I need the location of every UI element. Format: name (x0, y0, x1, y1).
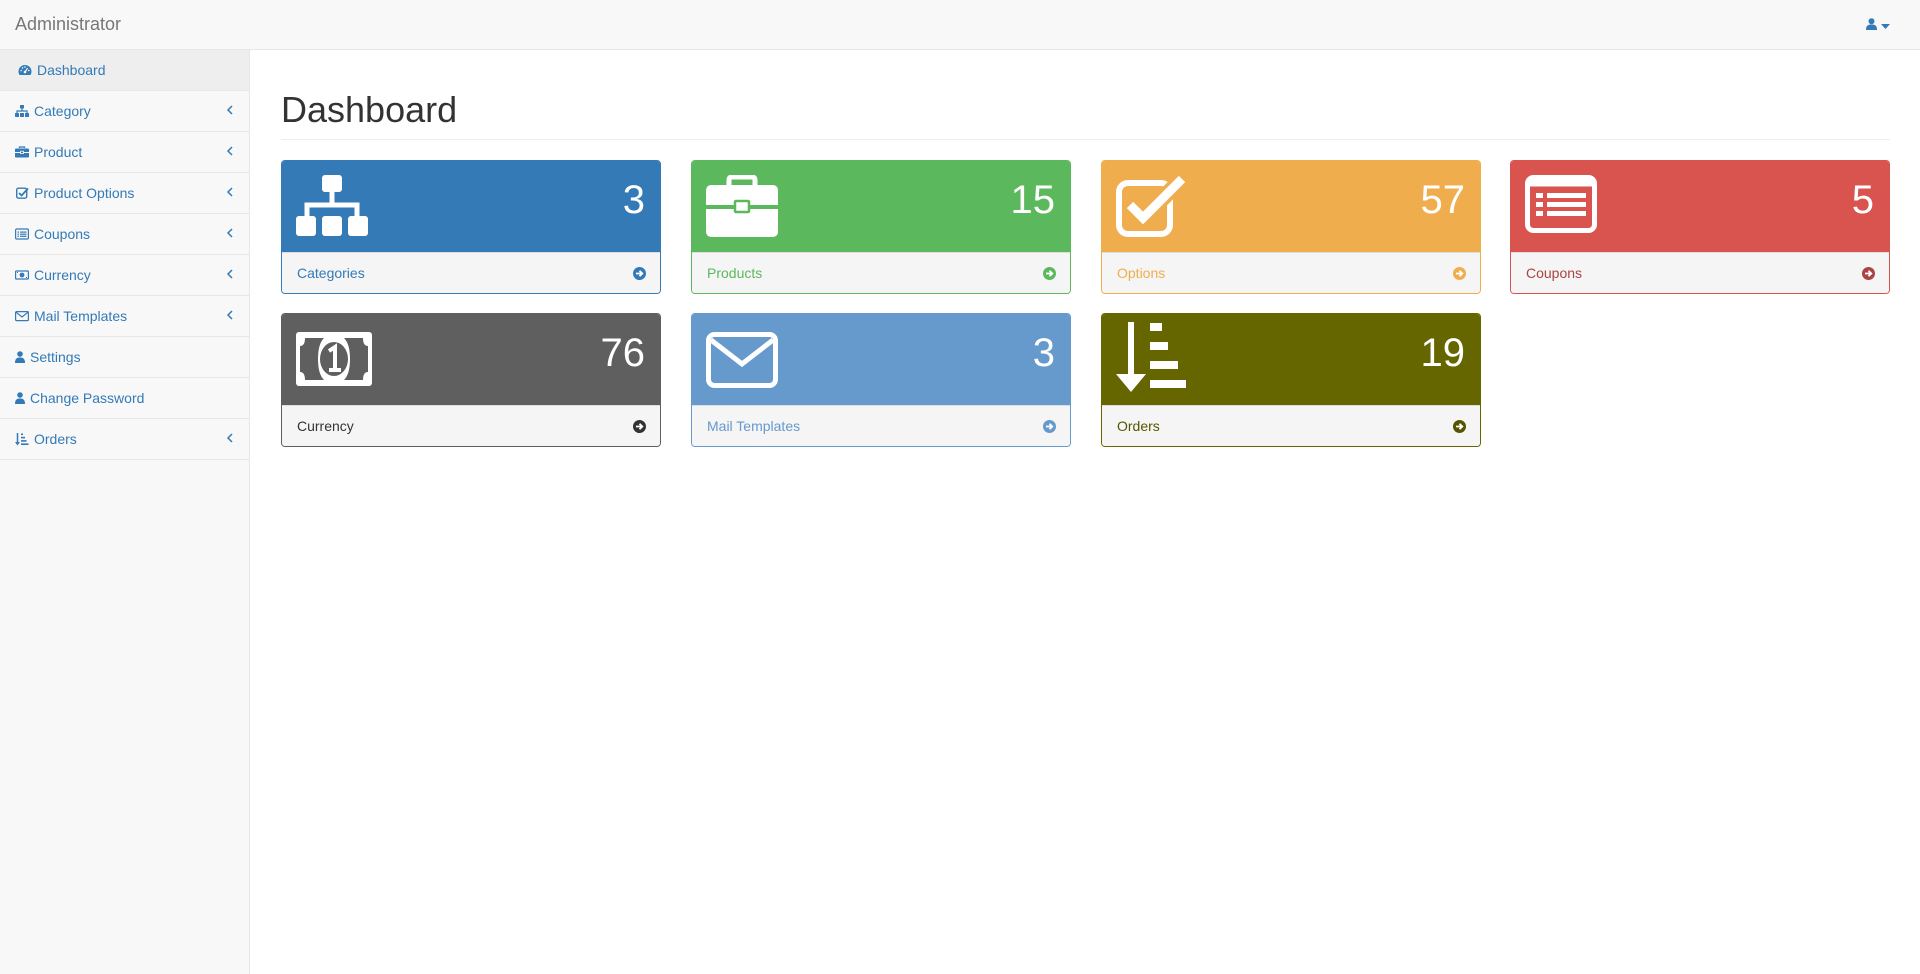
sidebar-item-settings[interactable]: Settings (0, 337, 249, 378)
chevron-left-icon (226, 310, 233, 320)
sidebar-item-label: Orders (34, 431, 77, 447)
sidebar-item-coupons[interactable]: Coupons (0, 214, 249, 255)
view-categories-link[interactable]: Categories (282, 252, 660, 293)
page-title: Dashboard (281, 90, 1890, 140)
view-mail-templates-link[interactable]: Mail Templates (692, 405, 1070, 446)
main-content: Dashboard 3 Categories 15 Products 57 Op… (251, 50, 1920, 974)
currency-count: 76 (600, 331, 646, 375)
sort-amount-desc-icon (1116, 322, 1186, 392)
chevron-left-icon (226, 105, 233, 115)
arrow-circle-right-icon (1043, 267, 1056, 280)
sidebar-item-label: Settings (30, 349, 81, 365)
chevron-left-icon (226, 187, 233, 197)
panel-heading: 57 (1102, 161, 1480, 252)
arrow-circle-right-icon (1453, 267, 1466, 280)
sidebar-item-label: Product (34, 144, 83, 160)
categories-count: 3 (622, 178, 645, 222)
panel-footer-label: Products (707, 265, 763, 281)
caret-down-icon (1881, 17, 1890, 35)
user-menu-dropdown[interactable] (1866, 17, 1890, 35)
sort-amount-desc-icon (15, 432, 29, 446)
panel-footer-label: Currency (297, 418, 354, 434)
options-count: 57 (1420, 178, 1466, 222)
briefcase-icon (706, 175, 778, 237)
arrow-circle-right-icon (633, 420, 646, 433)
sidebar-item-currency[interactable]: Currency (0, 255, 249, 296)
sidebar-item-mail-templates[interactable]: Mail Templates (0, 296, 249, 337)
view-orders-link[interactable]: Orders (1102, 405, 1480, 446)
products-count: 15 (1010, 178, 1056, 222)
view-options-link[interactable]: Options (1102, 252, 1480, 293)
arrow-circle-right-icon (1043, 420, 1056, 433)
arrow-circle-right-icon (1453, 420, 1466, 433)
sidebar-item-orders[interactable]: Orders (0, 419, 249, 460)
sidebar-item-product[interactable]: Product (0, 132, 249, 173)
user-icon (15, 350, 25, 364)
view-currency-link[interactable]: Currency (282, 405, 660, 446)
list-alt-icon (1525, 175, 1597, 233)
sidebar-item-label: Mail Templates (34, 308, 128, 324)
sidebar-item-label: Currency (34, 267, 91, 283)
sidebar-item-dashboard[interactable]: Dashboard (0, 50, 249, 91)
panel-heading: 19 (1102, 314, 1480, 405)
panel-heading: 5 (1511, 161, 1889, 252)
options-panel: 57 Options (1101, 160, 1481, 294)
chevron-left-icon (226, 146, 233, 156)
chevron-left-icon (226, 269, 233, 279)
sidebar-item-label: Dashboard (37, 62, 106, 78)
panel-footer-label: Options (1117, 265, 1166, 281)
brand-title[interactable]: Administrator (15, 14, 121, 34)
sitemap-icon (15, 104, 29, 118)
user-icon (1866, 17, 1877, 35)
dashboard-icon (18, 63, 32, 77)
panel-footer-label: Orders (1117, 418, 1160, 434)
panel-footer-label: Coupons (1526, 265, 1583, 281)
sidebar-item-label: Coupons (34, 226, 91, 242)
sidebar-item-label: Product Options (34, 185, 135, 201)
top-navbar: Administrator (0, 0, 1920, 50)
briefcase-icon (15, 145, 29, 159)
orders-panel: 19 Orders (1101, 313, 1481, 447)
user-icon (15, 391, 25, 405)
mail-templates-panel: 3 Mail Templates (691, 313, 1071, 447)
products-panel: 15 Products (691, 160, 1071, 294)
orders-count: 19 (1420, 331, 1466, 375)
check-square-icon (1116, 175, 1188, 237)
panel-heading: 3 (692, 314, 1070, 405)
panel-heading: 3 (282, 161, 660, 252)
sidebar: Dashboard Category Product Product Optio… (0, 50, 250, 974)
view-products-link[interactable]: Products (692, 252, 1070, 293)
arrow-circle-right-icon (633, 267, 646, 280)
sidebar-item-category[interactable]: Category (0, 91, 249, 132)
panel-heading: 76 (282, 314, 660, 405)
panel-footer-label: Categories (297, 265, 365, 281)
coupons-count: 5 (1851, 178, 1874, 222)
view-coupons-link[interactable]: Coupons (1511, 252, 1889, 293)
coupons-panel: 5 Coupons (1510, 160, 1890, 294)
chevron-left-icon (226, 433, 233, 443)
panel-heading: 15 (692, 161, 1070, 252)
sidebar-item-product-options[interactable]: Product Options (0, 173, 249, 214)
mail-templates-count: 3 (1032, 331, 1055, 375)
sidebar-item-change-password[interactable]: Change Password (0, 378, 249, 419)
envelope-icon (706, 332, 778, 388)
list-alt-icon (15, 227, 29, 241)
panel-footer-label: Mail Templates (707, 418, 801, 434)
arrow-circle-right-icon (1862, 267, 1875, 280)
categories-panel: 3 Categories (281, 160, 661, 294)
chevron-left-icon (226, 228, 233, 238)
money-icon (15, 268, 29, 282)
currency-panel: 76 Currency (281, 313, 661, 447)
money-icon (296, 332, 372, 386)
sidebar-item-label: Change Password (30, 390, 145, 406)
check-square-icon (15, 186, 29, 200)
sitemap-icon (296, 175, 368, 236)
sidebar-item-label: Category (34, 103, 91, 119)
envelope-icon (15, 309, 29, 323)
